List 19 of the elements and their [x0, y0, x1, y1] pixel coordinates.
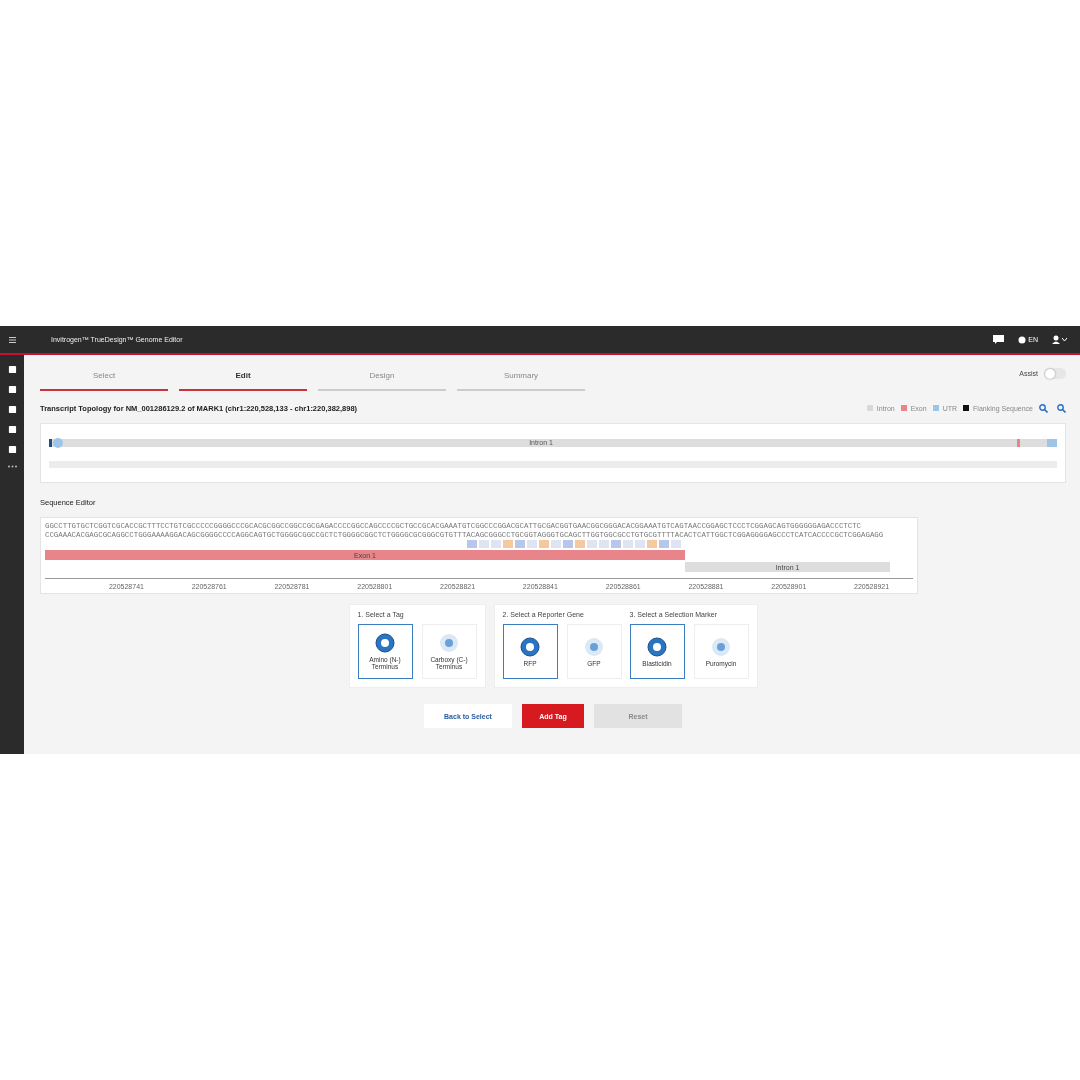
- user-menu-icon[interactable]: [1052, 335, 1068, 344]
- step-tab[interactable]: Select: [40, 361, 168, 391]
- more-icon[interactable]: [7, 465, 17, 468]
- menu-icon[interactable]: [8, 336, 16, 343]
- option-icon: [647, 636, 667, 657]
- exon-marker-icon: [1017, 438, 1057, 447]
- step-tab[interactable]: Design: [318, 361, 446, 391]
- zoom-out-icon[interactable]: [1057, 403, 1066, 413]
- option-icon: [520, 636, 540, 657]
- option-icon: [584, 636, 604, 657]
- option-icon: [375, 633, 395, 653]
- option-icon: [439, 633, 459, 653]
- option-icon: [711, 636, 731, 657]
- step-tab[interactable]: Edit: [179, 361, 307, 391]
- assist-toggle[interactable]: [1044, 368, 1066, 379]
- chat-icon[interactable]: [993, 335, 1005, 344]
- utr-marker-icon: [49, 436, 65, 449]
- step-tab[interactable]: Summary: [457, 361, 585, 391]
- zoom-in-icon[interactable]: [1039, 403, 1048, 413]
